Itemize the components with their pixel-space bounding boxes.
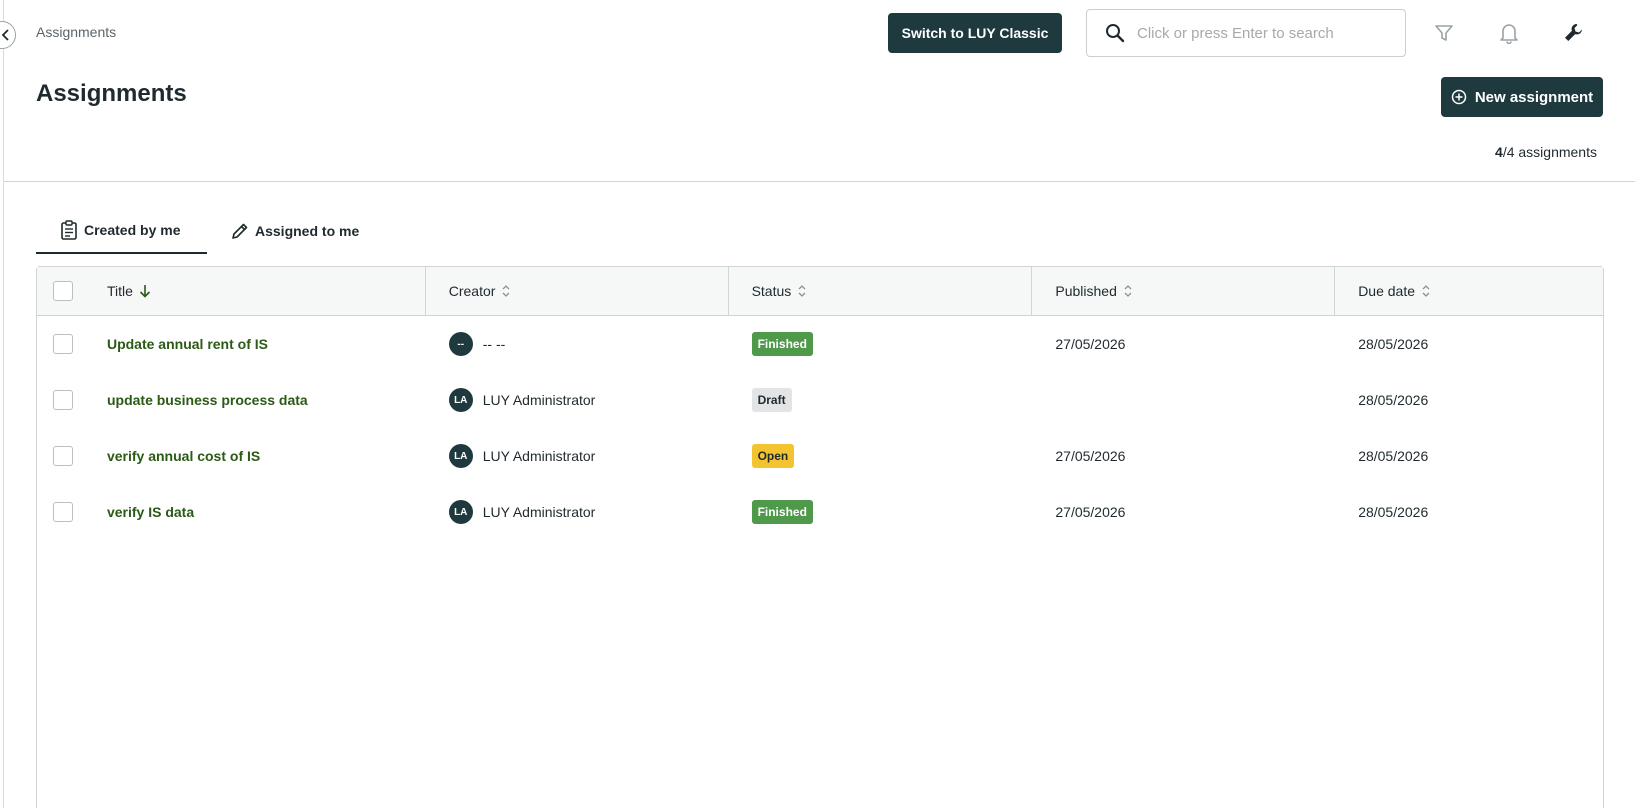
avatar: LA xyxy=(448,444,473,468)
avatar: LA xyxy=(448,500,473,524)
table-row[interactable]: verify IS data LA LUY Administrator Finis… xyxy=(37,484,1603,540)
tools-button[interactable] xyxy=(1561,20,1587,46)
clipboard-icon xyxy=(61,220,77,240)
row-select-cell xyxy=(37,316,89,372)
column-header-due-date[interactable]: Due date xyxy=(1335,267,1603,315)
table-row[interactable]: verify annual cost of IS LA LUY Administr… xyxy=(37,428,1603,484)
avatar: LA xyxy=(448,388,473,412)
table-header: Title Creator Status Published Due date xyxy=(37,267,1603,316)
search-input[interactable] xyxy=(1137,24,1397,42)
sort-icon xyxy=(1422,285,1430,297)
row-select-cell xyxy=(37,484,89,540)
due-date-cell: 28/05/2026 xyxy=(1358,448,1429,464)
published-cell: 27/05/2026 xyxy=(1055,504,1126,520)
row-checkbox[interactable] xyxy=(52,446,73,466)
creator-cell: LA LUY Administrator xyxy=(426,484,729,540)
column-header-title[interactable]: Title xyxy=(89,267,426,315)
notifications-button[interactable] xyxy=(1496,20,1522,46)
row-select-cell xyxy=(37,428,89,484)
creator-name: LUY Administrator xyxy=(482,504,596,520)
plus-circle-icon xyxy=(1451,89,1467,105)
tab-assigned-to-me[interactable]: Assigned to me xyxy=(207,208,383,254)
sort-icon xyxy=(1124,285,1132,297)
new-assignment-label: New assignment xyxy=(1474,88,1594,106)
switch-classic-button[interactable]: Switch to LUY Classic xyxy=(888,13,1062,53)
published-cell xyxy=(1032,372,1335,428)
creator-name: LUY Administrator xyxy=(482,448,596,464)
due-date-cell: 28/05/2026 xyxy=(1358,392,1429,408)
column-header-creator[interactable]: Creator xyxy=(426,267,729,315)
column-header-published[interactable]: Published xyxy=(1032,267,1336,315)
assignment-count: 4/4 assignments xyxy=(1495,144,1597,160)
status-badge: Finished xyxy=(751,500,813,524)
bell-icon xyxy=(1500,24,1518,44)
status-badge: Open xyxy=(751,444,795,468)
published-cell: 27/05/2026 xyxy=(1055,448,1126,464)
search-box[interactable] xyxy=(1086,9,1406,57)
sort-icon xyxy=(798,285,806,297)
wrench-icon xyxy=(1565,24,1582,41)
title-cell: Update annual rent of IS xyxy=(89,316,426,372)
assignment-title-link[interactable]: verify IS data xyxy=(107,504,194,520)
sort-icon xyxy=(502,285,510,297)
table-row[interactable]: update business process data LA LUY Admin… xyxy=(37,372,1603,428)
assignment-title-link[interactable]: Update annual rent of IS xyxy=(107,336,268,352)
status-cell: Open xyxy=(729,428,1033,484)
column-header-status[interactable]: Status xyxy=(729,267,1033,315)
avatar: -- xyxy=(448,332,473,356)
status-cell: Finished xyxy=(729,484,1033,540)
title-cell: update business process data xyxy=(89,372,426,428)
sort-descending-icon xyxy=(139,285,150,298)
row-checkbox[interactable] xyxy=(52,502,73,522)
filter-icon xyxy=(1435,25,1453,41)
published-cell: 27/05/2026 xyxy=(1055,336,1126,352)
assignments-table: Title Creator Status Published Due date … xyxy=(36,266,1604,808)
status-badge: Draft xyxy=(751,388,792,412)
row-select-cell xyxy=(37,372,89,428)
tab-bar: Created by me Assigned to me xyxy=(36,208,383,254)
status-cell: Finished xyxy=(729,316,1033,372)
table-row[interactable]: Update annual rent of IS -- -- -- Finishe… xyxy=(37,316,1603,372)
assignment-title-link[interactable]: verify annual cost of IS xyxy=(107,448,260,464)
tab-label: Created by me xyxy=(84,222,181,238)
tab-label: Assigned to me xyxy=(255,223,360,239)
search-icon xyxy=(1106,24,1125,43)
row-checkbox[interactable] xyxy=(52,390,73,410)
breadcrumb[interactable]: Assignments xyxy=(36,24,116,40)
creator-name: LUY Administrator xyxy=(482,392,596,408)
due-date-cell: 28/05/2026 xyxy=(1358,504,1429,520)
creator-cell: LA LUY Administrator xyxy=(426,372,729,428)
creator-cell: LA LUY Administrator xyxy=(426,428,729,484)
collapse-sidebar-button[interactable] xyxy=(0,21,16,49)
pencil-icon xyxy=(232,223,248,239)
creator-name: -- -- xyxy=(482,336,506,352)
select-all-checkbox[interactable] xyxy=(52,281,73,301)
page-title: Assignments xyxy=(36,80,187,107)
tab-created-by-me[interactable]: Created by me xyxy=(36,208,207,254)
title-cell: verify IS data xyxy=(89,484,426,540)
status-cell: Draft xyxy=(729,372,1033,428)
header-divider xyxy=(4,181,1635,182)
creator-cell: -- -- -- xyxy=(426,316,729,372)
filter-button[interactable] xyxy=(1431,20,1457,46)
status-badge: Finished xyxy=(751,332,813,356)
new-assignment-button[interactable]: New assignment xyxy=(1441,77,1603,117)
chevron-left-icon xyxy=(1,29,9,41)
select-all-cell xyxy=(37,267,89,315)
title-cell: verify annual cost of IS xyxy=(89,428,426,484)
left-rail xyxy=(0,0,4,808)
due-date-cell: 28/05/2026 xyxy=(1358,336,1429,352)
row-checkbox[interactable] xyxy=(52,334,73,354)
assignment-title-link[interactable]: update business process data xyxy=(107,392,308,408)
